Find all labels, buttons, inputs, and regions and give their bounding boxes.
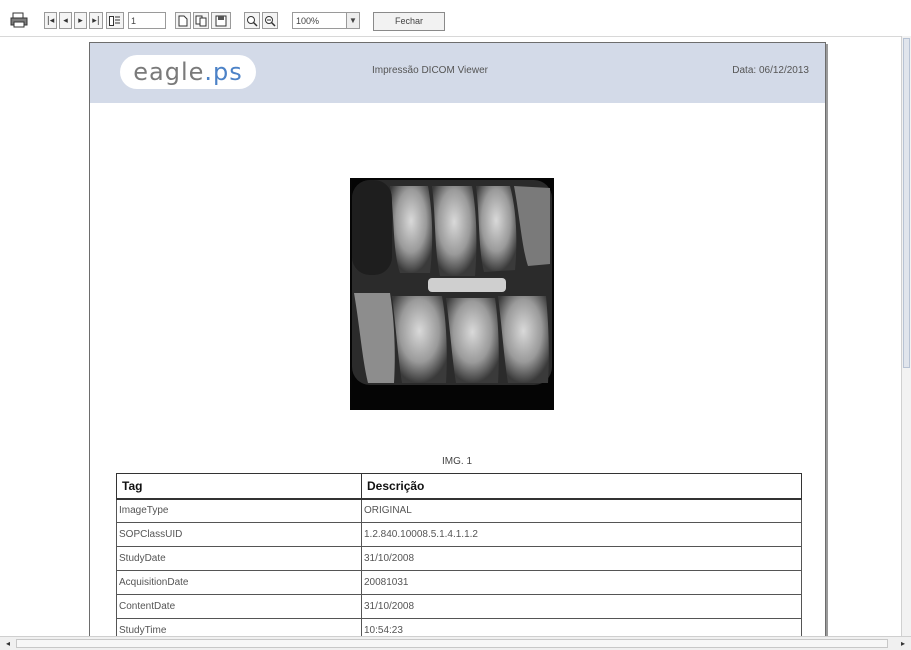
dental-xray-image (350, 178, 554, 410)
report-title: Impressão DICOM Viewer (372, 65, 488, 76)
tag-cell: SOPClassUID (116, 522, 362, 547)
scroll-right-icon[interactable]: ▸ (897, 638, 909, 649)
vertical-scrollbar[interactable] (901, 36, 911, 636)
table-row: ContentDate 31/10/2008 (116, 594, 802, 619)
tag-cell: ContentDate (116, 594, 362, 619)
table-row: SOPClassUID 1.2.840.10008.5.1.4.1.1.2 (116, 522, 802, 547)
tag-cell: AcquisitionDate (116, 570, 362, 595)
single-page-icon[interactable] (175, 12, 191, 29)
page-number-input[interactable]: 1 (128, 12, 166, 29)
description-cell: 1.2.840.10008.5.1.4.1.1.2 (361, 522, 802, 547)
page-mode-button[interactable] (106, 12, 124, 29)
zoom-value: 100% (296, 16, 320, 26)
column-header-tag: Tag (116, 473, 362, 500)
chevron-down-icon[interactable]: ▼ (346, 13, 359, 28)
report-date: Data: 06/12/2013 (732, 65, 809, 76)
tag-cell: StudyDate (116, 546, 362, 571)
vertical-scrollbar-thumb[interactable] (903, 38, 910, 368)
logo-text-main: eagle (133, 58, 205, 86)
tag-cell: ImageType (116, 498, 362, 523)
zoom-select[interactable]: 100% ▼ (292, 12, 360, 29)
description-cell: ORIGINAL (361, 498, 802, 523)
last-page-button[interactable]: ▸| (89, 12, 103, 29)
horizontal-scrollbar-thumb[interactable] (16, 639, 888, 648)
report-page: eagle. ps Impressão DICOM Viewer Data: 06… (89, 42, 826, 638)
dicom-tags-table: Tag Descrição ImageType ORIGINAL SOPClas… (116, 473, 802, 637)
table-row: AcquisitionDate 20081031 (116, 570, 802, 595)
logo-text-dot: . (204, 58, 214, 86)
logo-text-suffix: ps (213, 58, 243, 86)
table-header-row: Tag Descrição (116, 473, 802, 500)
zoom-out-icon[interactable] (262, 12, 278, 29)
next-page-button[interactable]: ▸ (74, 12, 87, 29)
save-icon[interactable] (211, 12, 231, 29)
first-page-button[interactable]: |◂ (44, 12, 57, 29)
description-cell: 20081031 (361, 570, 802, 595)
close-button[interactable]: Fechar (373, 12, 445, 31)
print-icon[interactable] (9, 11, 29, 28)
previous-page-button[interactable]: ◂ (59, 12, 72, 29)
multi-page-icon[interactable] (193, 12, 209, 29)
description-cell: 31/10/2008 (361, 546, 802, 571)
report-viewer-toolbar: |◂ ◂ ▸ ▸| 1 100% ▼ Fechar (0, 0, 911, 36)
eagleps-logo: eagle. ps (120, 55, 256, 89)
column-header-description: Descrição (361, 473, 802, 500)
scroll-left-icon[interactable]: ◂ (2, 638, 14, 649)
description-cell: 31/10/2008 (361, 594, 802, 619)
table-row: StudyDate 31/10/2008 (116, 546, 802, 571)
horizontal-scrollbar[interactable]: ◂ ▸ (0, 636, 911, 650)
table-row: ImageType ORIGINAL (116, 498, 802, 523)
zoom-in-icon[interactable] (244, 12, 260, 29)
image-caption: IMG. 1 (442, 456, 473, 467)
report-header: eagle. ps Impressão DICOM Viewer Data: 06… (90, 43, 825, 103)
